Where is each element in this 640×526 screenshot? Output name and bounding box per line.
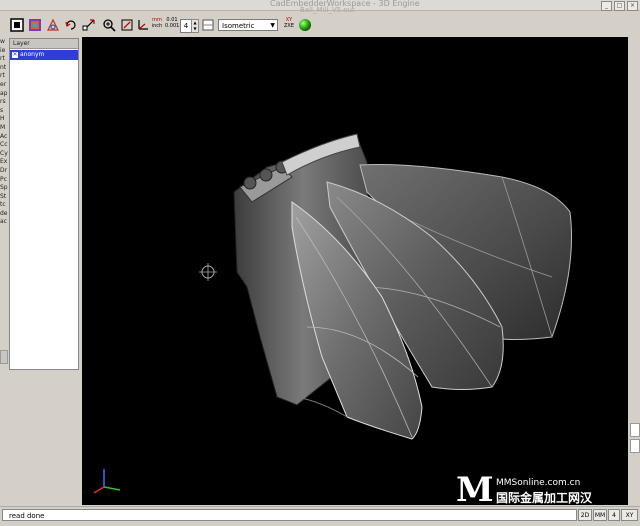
- green-sphere-icon: [299, 19, 311, 31]
- tolerance-bottom-label: 0.001: [165, 23, 180, 29]
- right-panel-edge: [628, 37, 640, 505]
- tolerance-toggle[interactable]: 0.01 0.001: [165, 17, 179, 29]
- shaded-cube-icon: [29, 19, 41, 31]
- layer-panel: Layer ✕ anonym: [9, 38, 79, 370]
- left-strip-item[interactable]: H: [0, 115, 8, 124]
- left-strip-item[interactable]: rt: [0, 72, 8, 81]
- unit-bottom-label: inch: [151, 23, 163, 29]
- zoom-icon: [103, 19, 116, 32]
- status-box-2d[interactable]: 2D: [578, 509, 592, 521]
- left-strip-item[interactable]: Dr: [0, 167, 8, 176]
- status-bar: read done 2D MM 4 XY: [0, 506, 640, 526]
- watermark-chinese: 国际金属加工网汉: [496, 491, 593, 505]
- model-render: [93, 133, 572, 494]
- left-strip-item[interactable]: Ex: [0, 158, 8, 167]
- fit-icon: [121, 19, 133, 31]
- window-controls: _ □ ×: [601, 1, 638, 11]
- left-strip-item[interactable]: ac: [0, 218, 8, 227]
- move-button[interactable]: [81, 17, 97, 33]
- watermark-logo: M: [456, 470, 494, 510]
- layer-visibility-checkbox[interactable]: ✕: [12, 52, 18, 58]
- right-toggle-top[interactable]: [630, 423, 640, 437]
- view-orientation-select[interactable]: Isometric ▼: [218, 19, 278, 31]
- minimize-button[interactable]: _: [601, 1, 612, 11]
- zoom-button[interactable]: [101, 17, 117, 33]
- decimals-spinner[interactable]: ▲ ▼: [191, 19, 199, 33]
- origin-marker: [199, 263, 217, 281]
- close-button[interactable]: ×: [627, 1, 638, 11]
- coord-system-toggle[interactable]: XY ZXE: [282, 17, 296, 29]
- left-strip-item[interactable]: w: [0, 38, 8, 47]
- spin-down-icon: ▼: [193, 26, 197, 31]
- layer-item-label: anonym: [20, 51, 45, 58]
- layer-item-anonym[interactable]: ✕ anonym: [10, 50, 78, 60]
- chevron-down-icon: ▼: [270, 22, 275, 29]
- left-strip-item[interactable]: de: [0, 210, 8, 219]
- right-toggle-bottom[interactable]: [630, 439, 640, 453]
- left-strip-item[interactable]: rt: [0, 55, 8, 64]
- watermark: M MMSonline.com.cn 国际金属加工网汉: [456, 470, 640, 510]
- status-box-units[interactable]: MM: [593, 509, 607, 521]
- frame-icon: [10, 18, 24, 32]
- left-strip-item[interactable]: Sp: [0, 184, 8, 193]
- left-strip-item[interactable]: er: [0, 81, 8, 90]
- left-strip-item[interactable]: ie: [0, 47, 8, 56]
- layer-panel-header: Layer: [10, 39, 78, 49]
- section-icon: [202, 19, 214, 31]
- view-frame-button[interactable]: [9, 17, 25, 33]
- left-command-strip: w ie rt nt rt er ap rs s H M Ac Cc Cy Ex Dr Pc Sp St tc de ac: [0, 38, 8, 478]
- shade-mode-button[interactable]: [27, 17, 43, 33]
- render-button[interactable]: [297, 17, 313, 33]
- section-button[interactable]: [200, 17, 216, 33]
- rotate-button[interactable]: [63, 17, 79, 33]
- rotate-icon: [65, 20, 76, 30]
- left-strip-item[interactable]: Cc: [0, 141, 8, 150]
- axis-button[interactable]: [135, 17, 151, 33]
- axis-triad-icon: [93, 469, 121, 494]
- title-bar: CadEmbedderWorkspace - 3D Engine Ball_Mi…: [0, 0, 640, 14]
- main-toolbar: mm inch 0.01 0.001 4 ▲ ▼ Isometric ▼ XY …: [0, 14, 640, 36]
- left-strip-item[interactable]: St: [0, 193, 8, 202]
- wireframe-button[interactable]: [45, 17, 61, 33]
- watermark-url: MMSonline.com.cn: [496, 478, 581, 488]
- status-box-decimals[interactable]: 4: [608, 509, 620, 521]
- left-strip-item[interactable]: Pc: [0, 176, 8, 185]
- status-message: read done: [2, 509, 577, 521]
- status-box-plane[interactable]: XY: [621, 509, 638, 521]
- move-icon: [82, 19, 95, 31]
- units-toggle[interactable]: mm inch: [150, 17, 164, 29]
- left-strip-item[interactable]: ap: [0, 90, 8, 99]
- wireframe-icon: [47, 18, 59, 31]
- 3d-viewport[interactable]: [82, 37, 628, 505]
- left-strip-item[interactable]: Ac: [0, 133, 8, 142]
- left-strip-item[interactable]: s: [0, 107, 8, 116]
- coord-bottom-label: ZXE: [283, 23, 294, 29]
- maximize-button[interactable]: □: [614, 1, 625, 11]
- fit-view-button[interactable]: [119, 17, 135, 33]
- left-strip-item[interactable]: tc: [0, 201, 8, 210]
- left-scrollbar[interactable]: [0, 350, 8, 364]
- view-orientation-value: Isometric: [222, 22, 255, 30]
- left-strip-item[interactable]: M: [0, 124, 8, 133]
- left-strip-item[interactable]: rs: [0, 98, 8, 107]
- window-subtitle: Ball_Mill_V5.out: [300, 6, 355, 14]
- left-strip-item[interactable]: nt: [0, 64, 8, 73]
- axis-icon: [138, 20, 148, 30]
- left-strip-item[interactable]: Cy: [0, 150, 8, 159]
